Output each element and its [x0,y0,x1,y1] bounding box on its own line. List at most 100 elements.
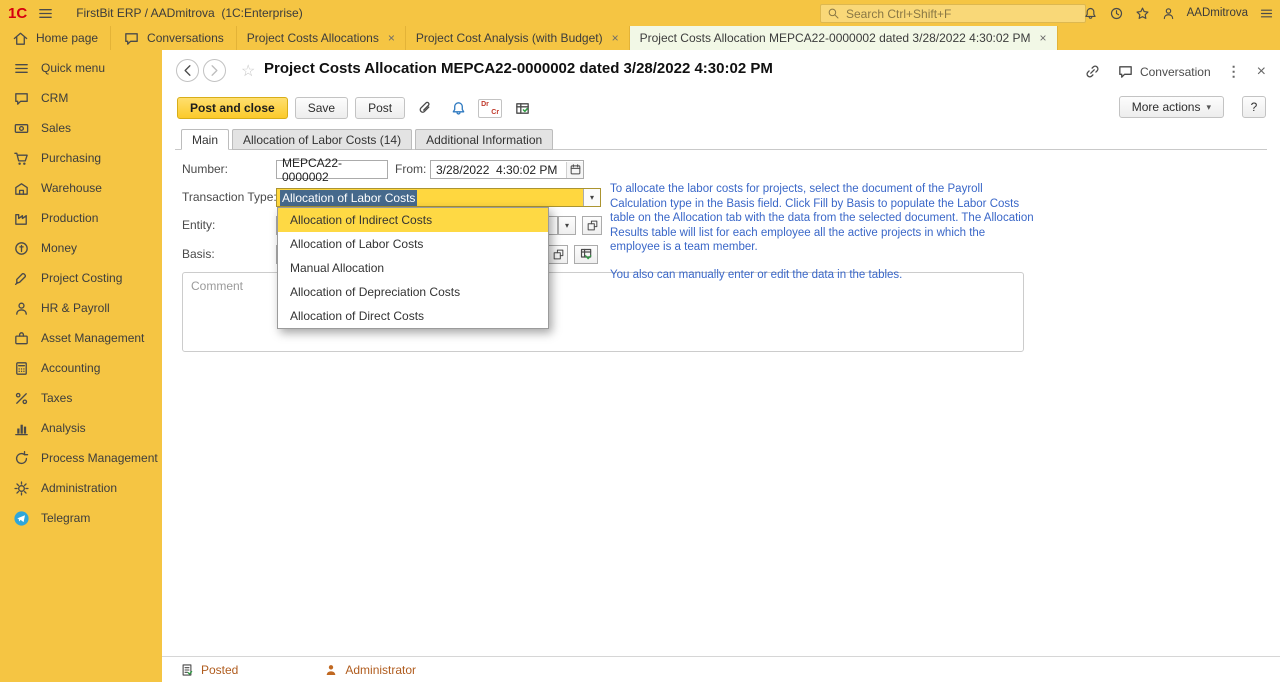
status-bar: Posted Administrator [162,656,1280,682]
transaction-type-combobox[interactable]: Allocation of Labor Costs ▾ [276,188,601,207]
dropdown-option-manual-allocation[interactable]: Manual Allocation [278,256,548,280]
current-user-name[interactable]: AADmitrova [1187,7,1248,19]
back-button[interactable] [176,59,199,82]
window-tab-project-costs-allocation-doc[interactable]: Project Costs Allocation MEPCA22-0000002… [629,26,1058,50]
sidebar-item-label: Accounting [41,361,101,375]
conversations-icon [125,32,138,45]
window-tab-label: Project Costs Allocation MEPCA22-0000002… [639,31,1031,45]
telegram-icon [14,510,29,526]
hint-paragraph: To allocate the labor costs for projects… [610,183,1034,253]
transaction-type-label: Transaction Type: [182,190,277,204]
arrow-right-icon [211,65,218,76]
dropdown-option-allocation-of-labor-costs[interactable]: Allocation of Labor Costs [278,232,548,256]
forward-button[interactable] [203,59,226,82]
history-icon[interactable] [1109,6,1124,21]
combo-dropdown-icon[interactable]: ▾ [583,189,600,206]
close-tab-icon[interactable]: × [1040,32,1047,44]
search-icon [828,8,839,19]
banknote-icon [14,123,29,133]
paperclip-icon [419,101,430,113]
sidebar-item-sales[interactable]: Sales [0,113,162,143]
form-tabs: Main Allocation of Labor Costs (14) Addi… [181,129,556,150]
sidebar-item-hr-payroll[interactable]: HR & Payroll [0,293,162,323]
sidebar-item-analysis[interactable]: Analysis [0,413,162,443]
from-field[interactable]: 3/28/2022 4:30:02 PM [430,160,584,179]
sidebar-item-purchasing[interactable]: Purchasing [0,143,162,173]
more-menu-icon[interactable]: ⋮ [1227,63,1241,80]
notifications-bell-icon[interactable] [1083,6,1098,21]
sidebar-item-project-costing[interactable]: Project Costing [0,263,162,293]
author-person-icon [327,664,336,675]
entity-dropdown-button[interactable]: ▾ [558,216,576,235]
sidebar-item-warehouse[interactable]: Warehouse [0,173,162,203]
gear-icon [14,480,29,496]
more-actions-button[interactable]: More actions ▾ [1118,96,1224,118]
sidebar-item-crm[interactable]: CRM [0,83,162,113]
dr-cr-postings-button[interactable]: Dr Cr [478,98,503,118]
sidebar-item-production[interactable]: Production [0,203,162,233]
favorite-star-icon[interactable]: ☆ [241,61,255,81]
sidebar-item-label: Quick menu [41,61,106,75]
factory-icon [15,213,27,225]
window-tab-project-costs-allocations[interactable]: Project Costs Allocations × [237,26,406,50]
fill-by-basis-button[interactable] [574,245,598,264]
box-icon [15,182,28,195]
close-tab-icon[interactable]: × [388,32,395,44]
conversation-button[interactable]: Conversation [1117,63,1211,80]
tab-additional-information[interactable]: Additional Information [415,129,554,150]
number-field[interactable]: MEPCA22-0000002 [276,156,388,184]
sidebar-item-asset-management[interactable]: Asset Management [0,323,162,353]
home-page-button[interactable]: Home page [0,26,112,50]
sidebar-item-process-management[interactable]: Process Management [0,443,162,473]
posted-document-icon [182,663,193,676]
briefcase-icon [15,331,28,344]
reminder-button[interactable] [445,97,471,119]
sidebar-item-taxes[interactable]: Taxes [0,383,162,413]
sidebar-item-label: Analysis [41,421,86,435]
calculator-icon [16,361,27,375]
percent-icon [15,392,28,404]
number-label: Number: [182,162,229,176]
sidebar-item-label: Production [41,211,99,225]
attachments-button[interactable] [412,97,438,119]
sidebar-item-accounting[interactable]: Accounting [0,353,162,383]
entity-open-button[interactable] [582,216,602,235]
close-document-icon[interactable]: × [1257,63,1266,80]
close-tab-icon[interactable]: × [612,32,619,44]
number-value: MEPCA22-0000002 [282,155,343,184]
sidebar-item-administration[interactable]: Administration [0,473,162,503]
favorites-star-icon[interactable] [1135,6,1150,21]
post-button[interactable]: Post [355,97,406,119]
tab-allocation-of-labor-costs[interactable]: Allocation of Labor Costs (14) [232,129,413,150]
calendar-button[interactable] [566,161,583,178]
dropdown-option-allocation-of-direct-costs[interactable]: Allocation of Direct Costs [278,304,548,328]
service-menu-icon[interactable] [1259,6,1274,21]
sidebar-item-telegram[interactable]: Telegram [0,503,162,533]
conversations-button[interactable]: Conversations [111,26,237,50]
sidebar-item-label: Sales [41,121,72,135]
get-link-icon[interactable] [1084,63,1101,80]
dropdown-option-allocation-of-depreciation-costs[interactable]: Allocation of Depreciation Costs [278,280,548,304]
app-title: FirstBit ERP / AADmitrova (1C:Enterprise… [76,6,303,20]
sidebar: Quick menu CRM Sales Purchasing Warehous… [0,50,162,682]
window-tab-project-cost-analysis[interactable]: Project Cost Analysis (with Budget) × [406,26,630,50]
from-label: From: [395,162,427,176]
posting-journal-button[interactable] [509,97,535,119]
post-and-close-button[interactable]: Post and close [177,97,288,119]
main-menu-icon[interactable] [37,5,54,22]
basis-open-button[interactable] [548,245,568,264]
chat-icon [15,92,28,105]
posted-status: Posted [180,663,238,677]
save-button[interactable]: Save [294,97,349,119]
basis-label: Basis: [182,247,215,261]
sidebar-item-quick-menu[interactable]: Quick menu [0,53,162,83]
sidebar-item-money[interactable]: Money [0,233,162,263]
search-input[interactable]: Search Ctrl+Shift+F [820,4,1086,23]
author-status: Administrator [324,663,416,677]
dropdown-option-allocation-of-indirect-costs[interactable]: Allocation of Indirect Costs [278,208,548,232]
tab-main[interactable]: Main [181,129,230,150]
fill-table-icon [580,248,591,260]
bar-chart-icon [15,424,28,435]
person-icon [16,302,27,315]
help-button[interactable]: ? [1242,96,1266,118]
